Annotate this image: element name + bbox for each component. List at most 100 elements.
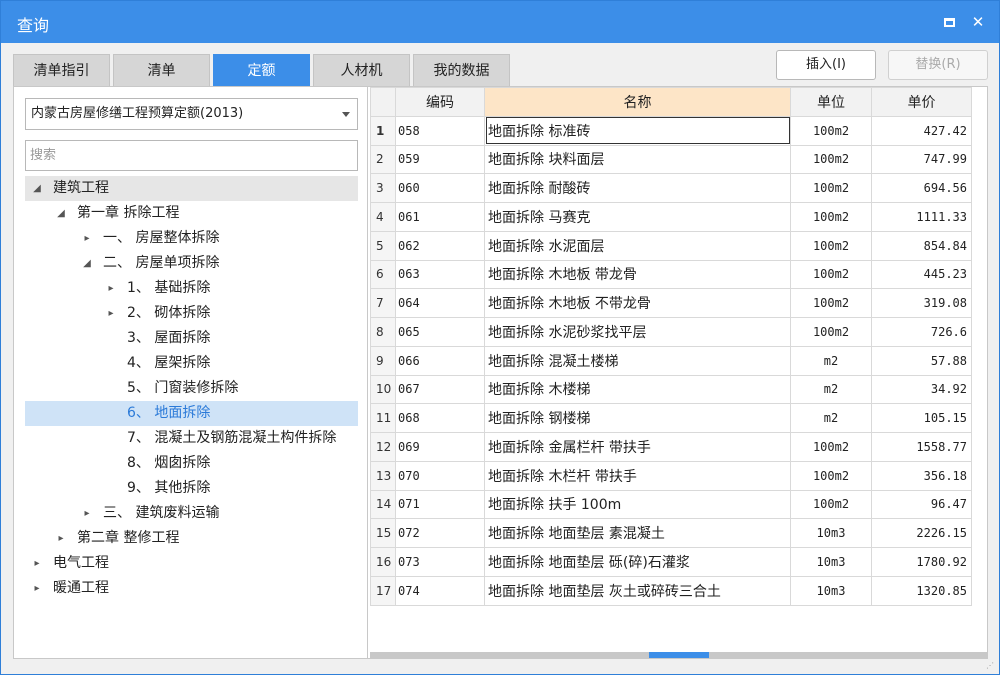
tree-node[interactable]: 8、 烟囱拆除 [25, 451, 358, 476]
cell-code[interactable]: 062 [395, 230, 485, 261]
table-row[interactable]: 9 066 地面拆除 混凝土楼梯 m2 57.88 [370, 345, 972, 376]
row-number[interactable]: 12 [370, 432, 396, 462]
cell-unit[interactable]: 100m2 [790, 259, 872, 290]
tree-node[interactable]: ▸ 1、 基础拆除 [25, 276, 358, 301]
table-row[interactable]: 1 058 地面拆除 标准砖 100m2 427.42 [370, 115, 972, 146]
row-number[interactable]: 16 [370, 547, 396, 577]
replace-button[interactable]: 替换(R) [888, 50, 988, 80]
cell-name[interactable]: 地面拆除 钢楼梯 [484, 403, 791, 433]
search-input[interactable] [25, 140, 358, 171]
table-row[interactable]: 5 062 地面拆除 水泥面层 100m2 854.84 [370, 230, 972, 261]
cell-name[interactable]: 地面拆除 地面垫层 素混凝土 [484, 518, 791, 548]
triangle-right-icon[interactable]: ▸ [81, 501, 93, 526]
cell-unit[interactable]: 100m2 [790, 489, 872, 520]
column-header-price[interactable]: 单价 [871, 87, 972, 117]
cell-name[interactable]: 地面拆除 标准砖 [484, 115, 791, 146]
cell-unit[interactable]: 10m3 [790, 575, 872, 606]
tree-node[interactable]: ▸ 电气工程 [25, 551, 358, 576]
cell-name[interactable]: 地面拆除 扶手 100m [484, 489, 791, 520]
row-number[interactable]: 1 [370, 115, 396, 146]
horizontal-scrollbar[interactable] [370, 652, 987, 658]
triangle-right-icon[interactable]: ▸ [105, 276, 117, 301]
cell-code[interactable]: 073 [395, 547, 485, 577]
cell-code[interactable]: 066 [395, 345, 485, 376]
cell-unit[interactable]: m2 [790, 403, 872, 433]
cell-unit[interactable]: 100m2 [790, 288, 872, 318]
cell-unit[interactable]: 100m2 [790, 202, 872, 232]
cell-price[interactable]: 1780.92 [871, 547, 972, 577]
cell-code[interactable]: 067 [395, 374, 485, 405]
row-number[interactable]: 9 [370, 345, 396, 376]
cell-name[interactable]: 地面拆除 水泥砂浆找平层 [484, 317, 791, 347]
tab-my-data[interactable]: 我的数据 [413, 54, 510, 86]
cell-price[interactable]: 726.6 [871, 317, 972, 347]
row-number[interactable]: 15 [370, 518, 396, 548]
cell-name[interactable]: 地面拆除 木地板 带龙骨 [484, 259, 791, 290]
tree-node[interactable]: 5、 门窗装修拆除 [25, 376, 358, 401]
cell-code[interactable]: 065 [395, 317, 485, 347]
cell-code[interactable]: 070 [395, 460, 485, 491]
cell-unit[interactable]: 100m2 [790, 317, 872, 347]
cell-unit[interactable]: 100m2 [790, 144, 872, 175]
tree-node[interactable]: 3、 屋面拆除 [25, 326, 358, 351]
triangle-down-icon[interactable]: ◢ [31, 176, 43, 201]
row-number[interactable]: 17 [370, 575, 396, 606]
cell-code[interactable]: 059 [395, 144, 485, 175]
cell-name[interactable]: 地面拆除 耐酸砖 [484, 173, 791, 203]
cell-price[interactable]: 356.18 [871, 460, 972, 491]
cell-code[interactable]: 064 [395, 288, 485, 318]
cell-name[interactable]: 地面拆除 混凝土楼梯 [484, 345, 791, 376]
triangle-right-icon[interactable]: ▸ [31, 551, 43, 576]
table-row[interactable]: 16 073 地面拆除 地面垫层 砾(碎)石灌浆 10m3 1780.92 [370, 547, 972, 577]
tree-node[interactable]: 6、 地面拆除 [25, 401, 358, 426]
cell-price[interactable]: 34.92 [871, 374, 972, 405]
cell-price[interactable]: 445.23 [871, 259, 972, 290]
column-header-unit[interactable]: 单位 [790, 87, 872, 117]
cell-code[interactable]: 069 [395, 432, 485, 462]
cell-price[interactable]: 1558.77 [871, 432, 972, 462]
cell-name[interactable]: 地面拆除 块料面层 [484, 144, 791, 175]
insert-button[interactable]: 插入(I) [776, 50, 876, 80]
title-bar[interactable]: 查询 ✕ [1, 1, 999, 43]
maximize-button[interactable] [936, 9, 962, 35]
cell-unit[interactable]: 10m3 [790, 547, 872, 577]
tree-node[interactable]: ◢ 二、 房屋单项拆除 [25, 251, 358, 276]
cell-code[interactable]: 074 [395, 575, 485, 606]
table-row[interactable]: 6 063 地面拆除 木地板 带龙骨 100m2 445.23 [370, 259, 972, 290]
cell-code[interactable]: 071 [395, 489, 485, 520]
row-number[interactable]: 5 [370, 230, 396, 261]
row-number[interactable]: 11 [370, 403, 396, 433]
cell-price[interactable]: 105.15 [871, 403, 972, 433]
triangle-down-icon[interactable]: ◢ [55, 201, 67, 226]
cell-name[interactable]: 地面拆除 木栏杆 带扶手 [484, 460, 791, 491]
cell-unit[interactable]: m2 [790, 374, 872, 405]
cell-name[interactable]: 地面拆除 木楼梯 [484, 374, 791, 405]
table-row[interactable]: 10 067 地面拆除 木楼梯 m2 34.92 [370, 374, 972, 405]
table-row[interactable]: 8 065 地面拆除 水泥砂浆找平层 100m2 726.6 [370, 317, 972, 347]
tree-node[interactable]: ▸ 第二章 整修工程 [25, 526, 358, 551]
row-number[interactable]: 10 [370, 374, 396, 405]
column-header-name[interactable]: 名称 [484, 87, 791, 117]
cell-price[interactable]: 1320.85 [871, 575, 972, 606]
triangle-right-icon[interactable]: ▸ [105, 301, 117, 326]
row-number[interactable]: 2 [370, 144, 396, 175]
row-number[interactable]: 7 [370, 288, 396, 318]
tab-labor-material-machine[interactable]: 人材机 [313, 54, 410, 86]
cell-name[interactable]: 地面拆除 马赛克 [484, 202, 791, 232]
cell-price[interactable]: 96.47 [871, 489, 972, 520]
cell-code[interactable]: 063 [395, 259, 485, 290]
cell-unit[interactable]: m2 [790, 345, 872, 376]
close-button[interactable]: ✕ [965, 9, 991, 35]
tree-node[interactable]: 9、 其他拆除 [25, 476, 358, 501]
cell-price[interactable]: 694.56 [871, 173, 972, 203]
table-row[interactable]: 13 070 地面拆除 木栏杆 带扶手 100m2 356.18 [370, 460, 972, 491]
triangle-right-icon[interactable]: ▸ [31, 576, 43, 601]
tree-node[interactable]: ▸ 一、 房屋整体拆除 [25, 226, 358, 251]
cell-price[interactable]: 2226.15 [871, 518, 972, 548]
cell-price[interactable]: 427.42 [871, 115, 972, 146]
cell-unit[interactable]: 10m3 [790, 518, 872, 548]
tree-node[interactable]: ◢ 建筑工程 [25, 176, 358, 201]
tree-node[interactable]: 7、 混凝土及钢筋混凝土构件拆除 [25, 426, 358, 451]
tree-node[interactable]: ▸ 三、 建筑废料运输 [25, 501, 358, 526]
tree-node[interactable]: ▸ 2、 砌体拆除 [25, 301, 358, 326]
